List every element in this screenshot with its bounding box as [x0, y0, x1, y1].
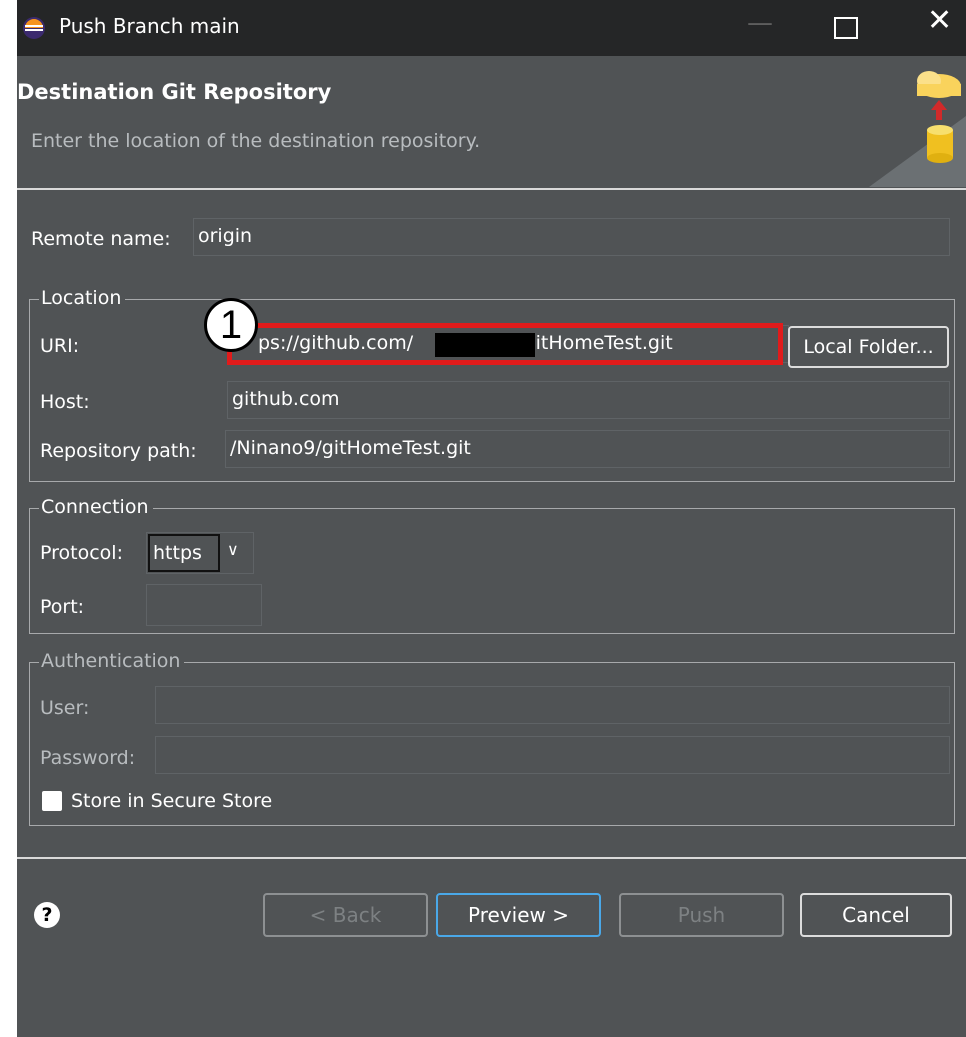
store-in-secure-store-label: Store in Secure Store	[71, 790, 273, 812]
uri-highlight-box	[227, 323, 783, 365]
protocol-value[interactable]: https	[148, 534, 220, 572]
port-field[interactable]	[146, 584, 262, 626]
close-icon[interactable]: ✕	[927, 6, 952, 36]
connection-legend: Connection	[39, 495, 153, 519]
authentication-legend: Authentication	[39, 649, 185, 673]
step-number-badge: 1	[204, 298, 258, 352]
store-in-secure-store-checkbox[interactable]	[42, 791, 62, 811]
help-icon[interactable]: ?	[34, 902, 60, 928]
host-label: Host:	[40, 391, 90, 413]
cancel-button[interactable]: Cancel	[800, 893, 952, 937]
title-bar: Push Branch main — ✕	[17, 0, 966, 56]
host-field[interactable]: github.com	[227, 381, 950, 419]
repository-path-label: Repository path:	[40, 440, 197, 462]
port-label: Port:	[40, 596, 85, 618]
local-folder-button[interactable]: Local Folder...	[788, 326, 949, 368]
page-title: Destination Git Repository	[17, 80, 332, 104]
page-description: Enter the location of the destination re…	[31, 130, 481, 152]
minimize-icon[interactable]: —	[747, 8, 773, 38]
user-field[interactable]	[155, 686, 950, 724]
remote-name-label: Remote name:	[31, 228, 171, 250]
remote-name-field[interactable]: origin	[193, 218, 950, 256]
uri-label: URI:	[40, 335, 80, 357]
maximize-icon[interactable]	[834, 17, 858, 39]
repository-path-field[interactable]: /Ninano9/gitHomeTest.git	[225, 430, 950, 468]
chevron-down-icon[interactable]: ∨	[227, 540, 239, 559]
user-label: User:	[40, 697, 90, 719]
push-button[interactable]: Push	[619, 893, 784, 937]
window-title: Push Branch main	[59, 14, 240, 38]
footer-separator	[17, 857, 966, 859]
location-legend: Location	[39, 286, 126, 310]
eclipse-icon	[23, 17, 45, 39]
back-button[interactable]: < Back	[263, 893, 428, 937]
preview-button[interactable]: Preview >	[436, 893, 601, 937]
push-repository-banner-icon	[869, 71, 966, 187]
password-field[interactable]	[155, 736, 950, 774]
push-branch-dialog: Push Branch main — ✕ Destination Git Rep…	[17, 0, 966, 1037]
header-separator	[17, 188, 966, 190]
protocol-label: Protocol:	[40, 542, 123, 564]
password-label: Password:	[40, 747, 136, 769]
